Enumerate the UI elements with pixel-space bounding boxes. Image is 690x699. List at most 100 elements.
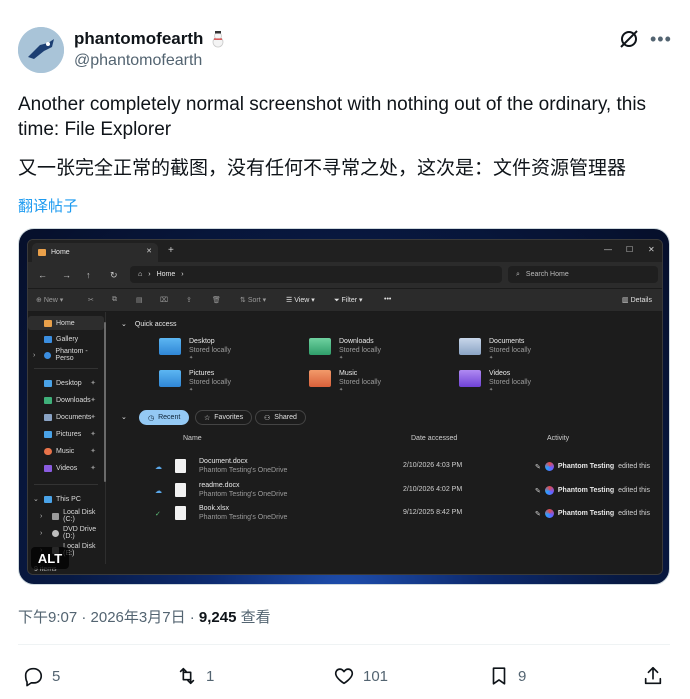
sidebar-item-documents[interactable]: Documents ✦: [28, 410, 104, 424]
status-bar: 9 items: [28, 564, 662, 574]
more-options-icon[interactable]: •••: [384, 296, 391, 303]
address-bar[interactable]: ⌂ › Home ›: [130, 266, 502, 283]
document-icon: [175, 506, 186, 520]
up-icon[interactable]: ↑: [86, 270, 91, 280]
repost-button[interactable]: 1: [176, 665, 214, 687]
media-image[interactable]: Home ✕ + — ☐ ✕ ← → ↑ ↻ ⌂ › Home › ⌕ Sear…: [18, 228, 670, 585]
sidebar-item-music[interactable]: Music ✦: [28, 444, 104, 458]
chevron-right-icon[interactable]: ›: [40, 530, 42, 537]
grok-icon[interactable]: [618, 28, 640, 50]
sidebar-item-this-pc[interactable]: ⌄ This PC: [28, 492, 104, 506]
reply-button[interactable]: 5: [22, 665, 60, 687]
quick-access-header[interactable]: ⌄ Quick access: [121, 320, 177, 329]
sidebar-item-desktop[interactable]: Desktop ✦: [28, 376, 104, 390]
tab-title: Home: [51, 249, 70, 256]
back-icon[interactable]: ←: [38, 270, 47, 280]
maximize-icon[interactable]: ☐: [626, 245, 633, 254]
share-button[interactable]: [642, 665, 664, 687]
column-header-activity[interactable]: Activity: [547, 435, 569, 442]
activity: ✎ Phantom Testing edited this: [535, 486, 651, 495]
chevron-right-icon[interactable]: ›: [40, 513, 42, 520]
home-icon: [38, 249, 46, 256]
like-button[interactable]: 101: [333, 665, 388, 687]
user-avatar-icon: [544, 486, 554, 495]
sidebar-item-onedrive[interactable]: › Phantom - Perso: [28, 348, 104, 362]
sidebar-item-local-c[interactable]: › Local Disk (C:): [28, 509, 104, 523]
tab-shared[interactable]: ⚇ Shared: [255, 410, 306, 425]
bookmark-button[interactable]: 9: [488, 665, 526, 687]
file-row[interactable]: ✓ Book.xlsx Phantom Testing's OneDrive 9…: [155, 505, 662, 525]
new-tab-icon[interactable]: +: [168, 245, 174, 256]
download-icon: [44, 396, 52, 404]
explorer-window: Home ✕ + — ☐ ✕ ← → ↑ ↻ ⌂ › Home › ⌕ Sear…: [27, 239, 663, 575]
minimize-icon[interactable]: —: [604, 245, 612, 254]
sidebar-item-home[interactable]: Home: [28, 316, 104, 330]
close-window-icon[interactable]: ✕: [648, 245, 655, 254]
more-icon[interactable]: •••: [650, 30, 672, 48]
file-row[interactable]: ☁ Document.docx Phantom Testing's OneDri…: [155, 458, 662, 478]
search-icon: ⌕: [516, 270, 520, 278]
new-button[interactable]: ⊕ New ▾: [36, 296, 63, 304]
downloads-folder-icon: [309, 338, 331, 355]
details-button[interactable]: ▥ Details: [622, 296, 652, 304]
quick-access-music[interactable]: Music Stored locally ✦: [309, 368, 449, 394]
quick-access-desktop[interactable]: Desktop Stored locally ✦: [159, 336, 299, 362]
views-label: 查看: [236, 609, 271, 626]
address-bar-row: ← → ↑ ↻ ⌂ › Home › ⌕ Search Home: [28, 262, 662, 288]
sidebar-item-dvd-d[interactable]: › DVD Drive (D:): [28, 526, 104, 540]
translate-link[interactable]: 翻译帖子: [18, 195, 78, 216]
column-header-date[interactable]: Date accessed: [411, 435, 457, 442]
chevron-down-icon[interactable]: ⌄: [33, 495, 39, 503]
search-placeholder: Search Home: [525, 271, 569, 278]
scrollbar[interactable]: [104, 322, 106, 482]
refresh-icon[interactable]: ↻: [110, 270, 118, 281]
chevron-down-icon[interactable]: ⌄: [121, 413, 127, 421]
avatar[interactable]: [18, 27, 64, 73]
display-name[interactable]: phantomofearth: [74, 29, 203, 49]
column-header-name[interactable]: Name: [183, 435, 202, 442]
pin-icon: ✦: [90, 465, 96, 472]
divider: [34, 484, 98, 485]
music-folder-icon: [309, 370, 331, 387]
pin-icon: ✦: [189, 355, 194, 361]
quick-access-pictures[interactable]: Pictures Stored locally ✦: [159, 368, 299, 394]
filter-button[interactable]: ⏷ Filter ▾: [334, 296, 363, 305]
breadcrumb-chevron-icon: ›: [181, 271, 184, 278]
desktop-icon: [44, 379, 52, 387]
share-icon[interactable]: ⇪: [186, 296, 192, 304]
bookmark-icon: [492, 667, 506, 685]
delete-icon[interactable]: 🗑: [212, 296, 221, 304]
sidebar-item-downloads[interactable]: Downloads ✦: [28, 393, 104, 407]
quick-access-documents[interactable]: Documents Stored locally ✦: [459, 336, 599, 362]
sidebar-item-gallery[interactable]: Gallery: [28, 332, 104, 346]
alt-badge[interactable]: ALT: [31, 547, 69, 569]
views-count: 9,245: [198, 609, 237, 626]
sort-button[interactable]: ⇅ Sort ▾: [240, 296, 266, 304]
activity: ✎ Phantom Testing edited this: [535, 462, 651, 471]
chevron-right-icon[interactable]: ›: [33, 352, 35, 359]
handle[interactable]: @phantomofearth: [74, 52, 202, 70]
tab-recent[interactable]: ◷ Recent: [139, 410, 190, 425]
sidebar-item-pictures[interactable]: Pictures ✦: [28, 427, 104, 441]
dvd-icon: [52, 529, 60, 537]
search-input[interactable]: ⌕ Search Home: [508, 266, 658, 283]
music-icon: [44, 447, 52, 455]
home-icon: [44, 319, 52, 327]
home-icon: ⌂: [138, 271, 143, 278]
timestamp[interactable]: 下午9:07 · 2026年3月7日 ·: [18, 609, 199, 626]
pencil-icon: ✎: [535, 487, 541, 495]
sidebar-item-videos[interactable]: Videos ✦: [28, 461, 104, 475]
copy-icon[interactable]: ⧉: [112, 296, 117, 304]
forward-icon[interactable]: →: [62, 270, 71, 280]
quick-access-downloads[interactable]: Downloads Stored locally ✦: [309, 336, 449, 362]
file-row[interactable]: ☁ readme.docx Phantom Testing's OneDrive…: [155, 482, 662, 502]
paste-icon[interactable]: ▤: [136, 296, 143, 304]
rename-icon[interactable]: ⌧: [160, 296, 168, 304]
tab-favorites[interactable]: ☆ Favorites: [195, 410, 253, 425]
cut-icon[interactable]: ✂: [88, 296, 94, 304]
view-button[interactable]: ☰ View ▾: [286, 296, 315, 304]
tab-home[interactable]: Home ✕: [32, 243, 158, 262]
quick-access-videos[interactable]: Videos Stored locally ✦: [459, 368, 599, 394]
close-tab-icon[interactable]: ✕: [146, 247, 152, 255]
pin-icon: ✦: [90, 448, 96, 455]
